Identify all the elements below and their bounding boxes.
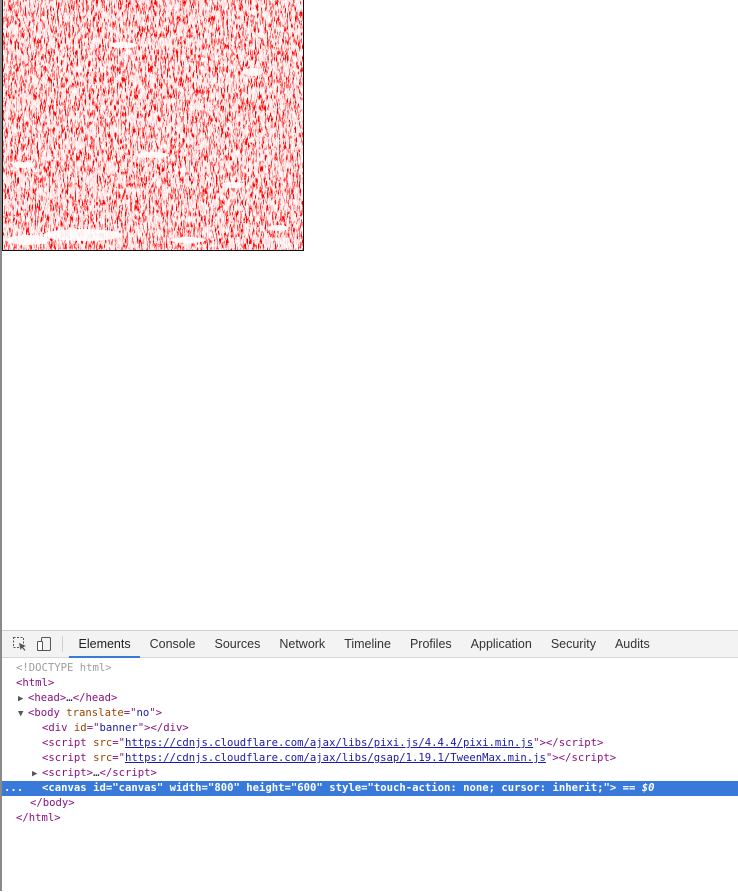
html-close-tag-name: html: [28, 812, 55, 824]
div-close-tag-name: div: [163, 722, 183, 734]
html-tag-name: html: [22, 677, 48, 689]
dom-node-canvas-selected[interactable]: ... <canvas id="canvas" width="800" heig…: [2, 781, 738, 796]
canvas-width-value: 800: [214, 782, 234, 794]
tab-profiles[interactable]: Profiles: [400, 631, 461, 657]
devtools-toolbar: Elements Console Sources Network Timelin…: [2, 631, 738, 658]
body-tag-name: body: [34, 707, 60, 719]
tab-timeline[interactable]: Timeline: [335, 631, 401, 657]
dom-node-head[interactable]: ▶ <head>…</head>: [2, 691, 738, 706]
dom-node-doctype[interactable]: <!DOCTYPE html>: [2, 661, 738, 676]
canvas-style-name: style: [329, 782, 362, 794]
doctype-text: <!DOCTYPE html>: [16, 662, 112, 674]
script-attr-name: src: [93, 737, 113, 749]
tab-console[interactable]: Console: [140, 631, 205, 657]
div-tag-name: div: [48, 722, 68, 734]
script-tag-name: script: [48, 767, 87, 779]
script-close-tag-name: script: [571, 752, 610, 764]
canvas-id-value: canvas: [118, 782, 157, 794]
div-attr-name: id: [73, 722, 87, 734]
canvas-width-name: width: [169, 782, 202, 794]
dom-node-body[interactable]: ▼ <body translate="no">: [2, 706, 738, 721]
dom-node-html[interactable]: <html>: [2, 676, 738, 691]
div-attr-value: banner: [99, 722, 138, 734]
expand-arrow-icon[interactable]: ▶: [32, 767, 42, 782]
tab-audits[interactable]: Audits: [605, 631, 659, 657]
head-tag-name: head: [34, 692, 60, 704]
dom-node-script-pixi[interactable]: <script src="https://cdnjs.cloudflare.co…: [2, 736, 738, 751]
body-attr-name: translate: [66, 707, 124, 719]
script-tag-name: script: [48, 752, 87, 764]
canvas-height-value: 600: [297, 782, 317, 794]
canvas-id-name: id: [93, 782, 106, 794]
dom-node-body-close[interactable]: </body>: [2, 796, 738, 811]
devtools-panel: Elements Console Sources Network Timelin…: [2, 630, 738, 892]
dom-node-script-tweenmax[interactable]: <script src="https://cdnjs.cloudflare.co…: [2, 751, 738, 766]
node-actions-icon[interactable]: ...: [4, 781, 23, 796]
script-src-link[interactable]: https://cdnjs.cloudflare.com/ajax/libs/p…: [125, 737, 533, 749]
tab-security[interactable]: Security: [541, 631, 605, 657]
canvas-tag-name: canvas: [48, 782, 87, 794]
select-element-icon[interactable]: [8, 631, 32, 657]
toolbar-separator: [62, 636, 63, 652]
device-mode-icon[interactable]: [32, 631, 56, 657]
body-close-tag-name: body: [42, 797, 69, 809]
canvas-height-name: height: [246, 782, 285, 794]
script-src-link[interactable]: https://cdnjs.cloudflare.com/ajax/libs/g…: [125, 752, 546, 764]
selected-node-marker: == $0: [622, 782, 655, 794]
tab-application[interactable]: Application: [461, 631, 541, 657]
pixi-canvas[interactable]: [2, 0, 304, 251]
dom-node-div-banner[interactable]: <div id="banner"></div>: [2, 721, 738, 736]
canvas-image: [3, 0, 303, 250]
script-close-tag-name: script: [112, 767, 151, 779]
script-attr-name: src: [93, 752, 113, 764]
tab-sources[interactable]: Sources: [205, 631, 270, 657]
dom-node-html-close[interactable]: </html>: [2, 811, 738, 826]
collapse-arrow-icon[interactable]: ▼: [18, 707, 28, 722]
body-attr-value: no: [136, 707, 150, 719]
script-close-tag-name: script: [558, 737, 597, 749]
dom-tree: <!DOCTYPE html> <html> ▶ <head>…</head> ▼…: [2, 658, 738, 826]
expand-arrow-icon[interactable]: ▶: [18, 692, 28, 707]
dom-node-script-inline[interactable]: ▶ <script>…</script>: [2, 766, 738, 781]
head-close-tag-name: head: [85, 692, 111, 704]
tab-network[interactable]: Network: [270, 631, 335, 657]
script-tag-name: script: [48, 737, 87, 749]
canvas-style-value: touch-action: none; cursor: inherit;: [373, 782, 604, 794]
tab-elements[interactable]: Elements: [69, 631, 141, 658]
